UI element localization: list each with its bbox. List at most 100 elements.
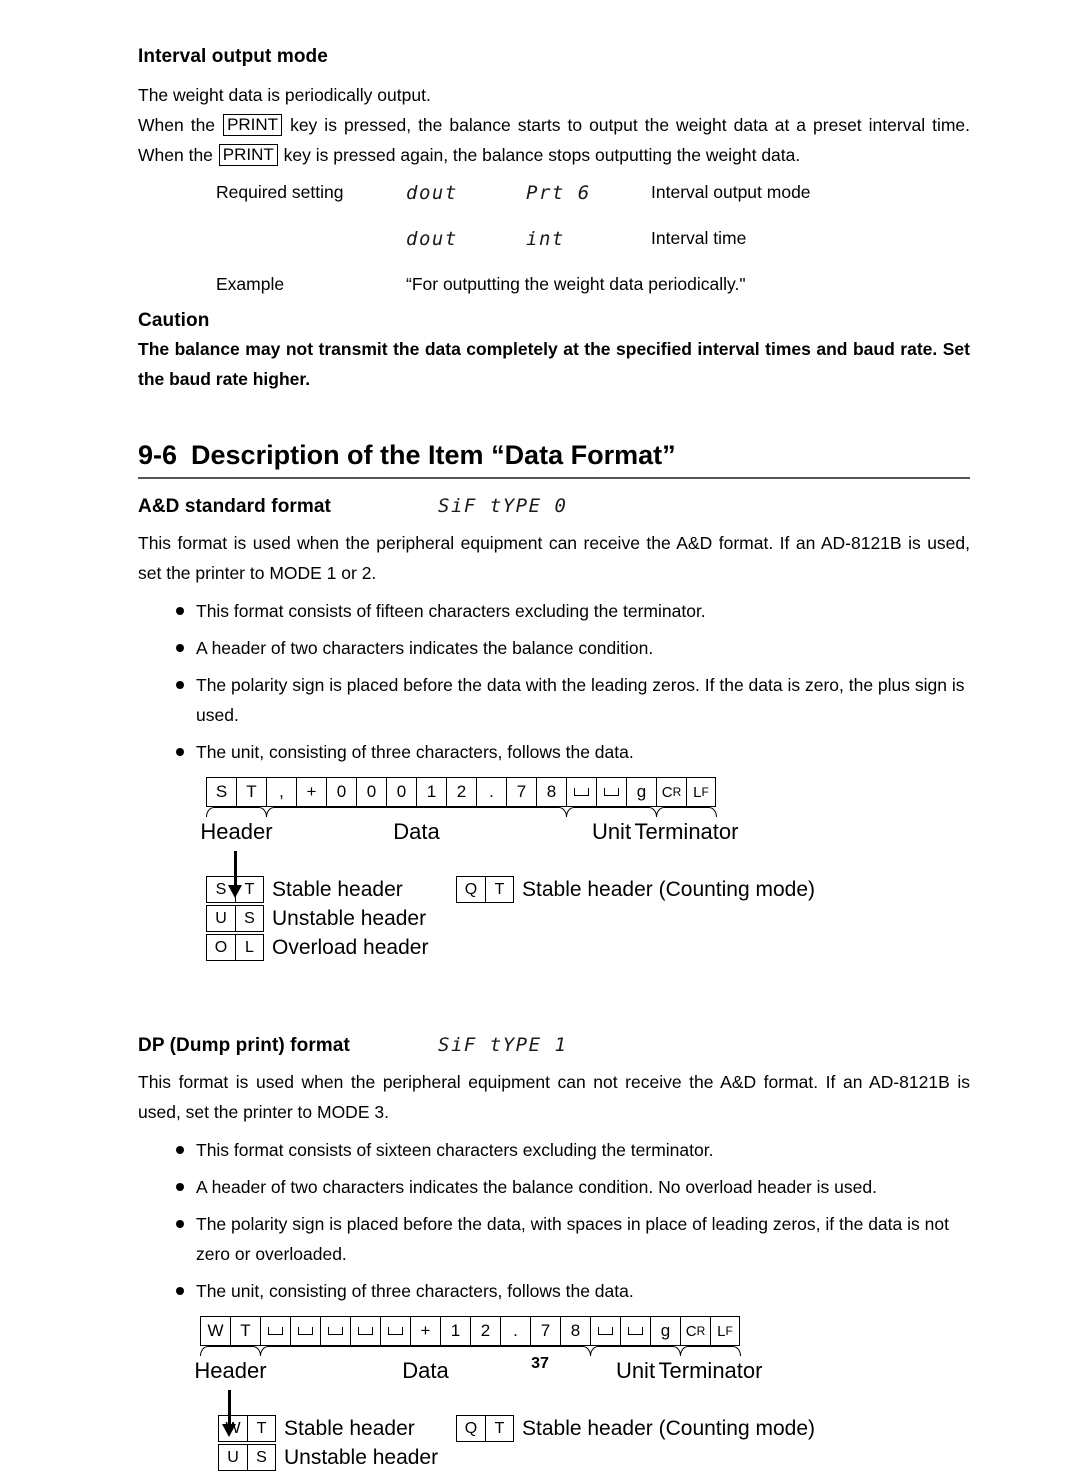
legend-row: U S Unstable header bbox=[206, 904, 970, 933]
format-cell: CR bbox=[680, 1316, 710, 1346]
setting-lcd2-1: int bbox=[526, 228, 565, 250]
format-cell: 8 bbox=[536, 777, 566, 807]
dp-format-intro: This format is used when the peripheral … bbox=[138, 1072, 970, 1122]
legend-cell: Q bbox=[456, 876, 485, 903]
format-cell: + bbox=[296, 777, 326, 807]
page-number: 37 bbox=[531, 1355, 549, 1372]
group-label: Data bbox=[393, 819, 440, 844]
setting-lcd1-0: dout bbox=[406, 182, 458, 204]
group-label: Unit bbox=[591, 819, 632, 844]
format-cell: T bbox=[236, 777, 266, 807]
interval-line-2-part-c: key is pressed again, the balance stops … bbox=[283, 145, 801, 165]
legend-cell: O bbox=[206, 934, 235, 961]
group-brace bbox=[656, 807, 717, 817]
ad-format-bullet-list: This format consists of fifteen characte… bbox=[138, 596, 970, 767]
table-row: dout int Interval time bbox=[138, 228, 970, 274]
group-brace bbox=[266, 807, 567, 817]
legend-cell: S bbox=[206, 876, 235, 903]
dp-format-title-row: DP (Dump print) format SiF tYPE 1 bbox=[138, 1034, 970, 1057]
format-cell: T bbox=[230, 1316, 260, 1346]
list-item: This format consists of sixteen characte… bbox=[176, 1135, 970, 1165]
setting-lcd1-1: dout bbox=[406, 228, 458, 250]
page-content: Interval output mode The weight data is … bbox=[138, 0, 970, 1472]
print-key-badge-2: PRINT bbox=[218, 144, 278, 166]
legend-label: Stable header bbox=[284, 1416, 415, 1440]
format-cell: S bbox=[206, 777, 236, 807]
format-cell bbox=[590, 1316, 620, 1346]
legend-cell: U bbox=[218, 1444, 247, 1471]
dp-format-counting-legend: Q T Stable header (Counting mode) bbox=[456, 1415, 815, 1442]
format-cell: LF bbox=[710, 1316, 740, 1346]
list-item: The unit, consisting of three characters… bbox=[176, 1276, 970, 1306]
format-cell: 7 bbox=[530, 1316, 560, 1346]
format-cell: CR bbox=[656, 777, 686, 807]
interval-line-2: When the PRINT key is pressed, the balan… bbox=[138, 110, 970, 170]
list-item: A header of two characters indicates the… bbox=[176, 1172, 970, 1202]
setting-label-0: Required setting bbox=[216, 182, 344, 202]
setting-desc-0: Interval output mode bbox=[651, 182, 811, 202]
legend-label: Stable header (Counting mode) bbox=[522, 1416, 816, 1440]
format-cell: g bbox=[626, 777, 656, 807]
legend-cell: T bbox=[485, 1415, 514, 1442]
ad-format-header-legend: S T Stable header U S Unstable header O … bbox=[138, 875, 970, 962]
setting-desc-1: Interval time bbox=[651, 228, 747, 248]
format-cell: 8 bbox=[560, 1316, 590, 1346]
format-cell: 7 bbox=[506, 777, 536, 807]
format-cell: 2 bbox=[446, 777, 476, 807]
format-cell bbox=[380, 1316, 410, 1346]
format-cell bbox=[290, 1316, 320, 1346]
group-brace bbox=[206, 807, 267, 817]
format-cell: 1 bbox=[440, 1316, 470, 1346]
caution-text: The balance may not transmit the data co… bbox=[138, 339, 970, 389]
dp-format-header-legend: W T Stable header U S Unstable header Q … bbox=[138, 1414, 970, 1472]
format-cell bbox=[566, 777, 596, 807]
list-item: The unit, consisting of three characters… bbox=[176, 737, 970, 767]
table-row: Required setting dout Prt 6 Interval out… bbox=[138, 182, 970, 228]
format-cell: g bbox=[650, 1316, 680, 1346]
ad-format-lcd-code: SiF tYPE 0 bbox=[438, 495, 568, 517]
format-cell: , bbox=[266, 777, 296, 807]
format-cell bbox=[260, 1316, 290, 1346]
legend-label: Stable header (Counting mode) bbox=[522, 877, 816, 901]
setting-lcd2-0: Prt 6 bbox=[526, 182, 591, 204]
format-cell bbox=[320, 1316, 350, 1346]
interval-output-heading: Interval output mode bbox=[138, 46, 328, 67]
group-brace bbox=[566, 807, 657, 817]
format-cell bbox=[350, 1316, 380, 1346]
dp-format-lcd-code: SiF tYPE 1 bbox=[438, 1034, 568, 1056]
section-title: Description of the Item “Data Format” bbox=[191, 440, 676, 470]
ad-format-intro: This format is used when the peripheral … bbox=[138, 533, 970, 583]
list-item: The polarity sign is placed before the d… bbox=[176, 670, 970, 730]
list-item: A header of two characters indicates the… bbox=[176, 633, 970, 663]
format-cell: LF bbox=[686, 777, 716, 807]
format-cell: 0 bbox=[356, 777, 386, 807]
ad-format-title-row: A&D standard format SiF tYPE 0 bbox=[138, 495, 970, 518]
legend-label: Unstable header bbox=[272, 906, 427, 930]
format-cell: 2 bbox=[470, 1316, 500, 1346]
format-cell bbox=[620, 1316, 650, 1346]
legend-row: U S Unstable header bbox=[218, 1443, 970, 1472]
legend-label: Overload header bbox=[272, 935, 429, 959]
print-key-badge-1: PRINT bbox=[223, 114, 283, 136]
legend-cell: T bbox=[235, 876, 264, 903]
dp-format-cell-strip: W T +1 2. 7 8 g C R L F bbox=[200, 1316, 740, 1346]
ad-format-counting-legend: Q T Stable header (Counting mode) bbox=[456, 876, 815, 903]
format-cell: + bbox=[410, 1316, 440, 1346]
required-setting-table: Required setting dout Prt 6 Interval out… bbox=[138, 182, 970, 320]
group-label: Terminator bbox=[634, 819, 739, 844]
legend-cell: T bbox=[485, 876, 514, 903]
caution-heading: Caution bbox=[138, 310, 210, 331]
list-item: The polarity sign is placed before the d… bbox=[176, 1209, 970, 1269]
format-cell bbox=[596, 777, 626, 807]
group-label: Header bbox=[200, 819, 273, 844]
format-cell: . bbox=[500, 1316, 530, 1346]
dp-format-title: DP (Dump print) format bbox=[138, 1035, 350, 1056]
legend-label: Unstable header bbox=[284, 1445, 439, 1469]
interval-line-1: The weight data is periodically output. bbox=[138, 85, 431, 105]
legend-cell: S bbox=[235, 905, 264, 932]
legend-cell: W bbox=[218, 1415, 247, 1442]
dp-format-diagram: W T +1 2. 7 8 g C R L F Header Data Unit Terminator bbox=[138, 1316, 970, 1437]
legend-row: O L Overload header bbox=[206, 933, 970, 962]
setting-label-1 bbox=[138, 228, 406, 274]
format-cell: 0 bbox=[326, 777, 356, 807]
